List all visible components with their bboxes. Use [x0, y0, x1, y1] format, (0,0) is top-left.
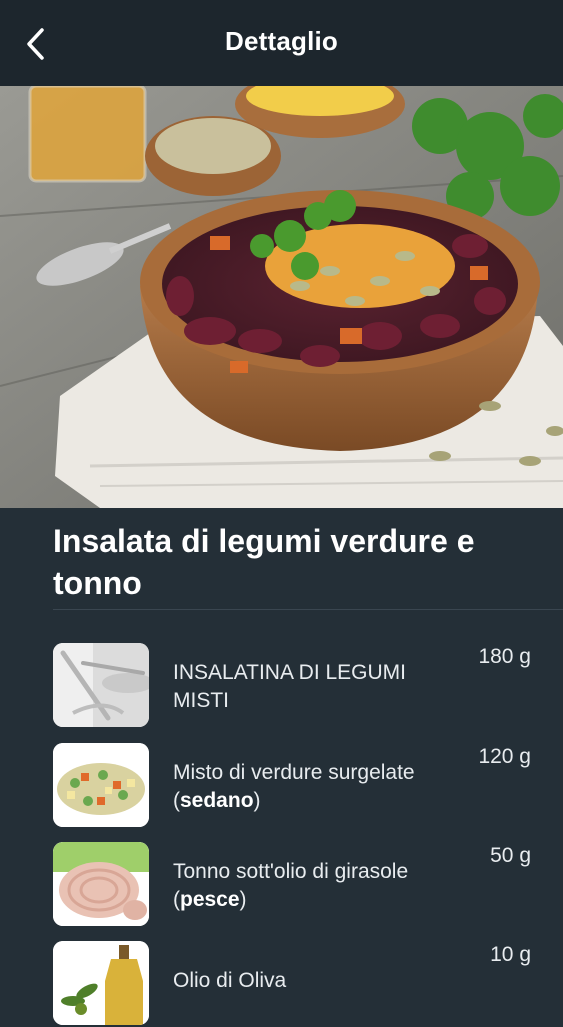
- ingredient-quantity: 180 g: [478, 645, 531, 668]
- ingredient-name-text: INSALATINA DI LEGUMI MISTI: [173, 661, 406, 712]
- ingredient-row[interactable]: Olio di Oliva 10 g: [0, 941, 563, 1027]
- ingredient-row[interactable]: INSALATINA DI LEGUMI MISTI 180 g: [0, 643, 563, 729]
- recipe-photo: [0, 86, 563, 508]
- ingredient-thumbnail: [53, 842, 149, 926]
- ingredient-name: Misto di verdure surgelate (sedano): [173, 761, 415, 812]
- ingredient-name-text: Olio di Oliva: [173, 969, 287, 992]
- ingredient-row[interactable]: Misto di verdure surgelate (sedano) 120 g: [0, 743, 563, 829]
- ingredient-quantity: 10 g: [490, 943, 531, 966]
- ingredient-name: Tonno sott'olio di girasole (pesce): [173, 860, 409, 911]
- ingredient-quantity: 120 g: [478, 745, 531, 768]
- ingredient-name: INSALATINA DI LEGUMI MISTI: [173, 659, 443, 715]
- ingredient-name-text: Tonno sott'olio di girasole: [173, 860, 409, 883]
- recipe-title: Insalata di legumi verdure e tonno: [53, 523, 475, 601]
- recipe-title-block: Insalata di legumi verdure e tonno: [53, 520, 553, 604]
- ingredient-thumbnail: [53, 643, 149, 727]
- ingredient-thumbnail: [53, 941, 149, 1025]
- ingredient-name: Olio di Oliva: [173, 967, 443, 995]
- ingredient-category: pesce: [180, 888, 240, 911]
- ingredient-name-text: Misto di verdure surgelate: [173, 761, 415, 784]
- ingredient-row[interactable]: Tonno sott'olio di girasole (pesce) 50 g: [0, 842, 563, 928]
- ingredient-category: sedano: [180, 789, 254, 812]
- ingredient-thumbnail: [53, 743, 149, 827]
- ingredient-quantity: 50 g: [490, 844, 531, 867]
- navigation-bar: Dettaglio: [0, 0, 563, 86]
- page-title: Dettaglio: [224, 26, 339, 56]
- divider: [53, 609, 563, 610]
